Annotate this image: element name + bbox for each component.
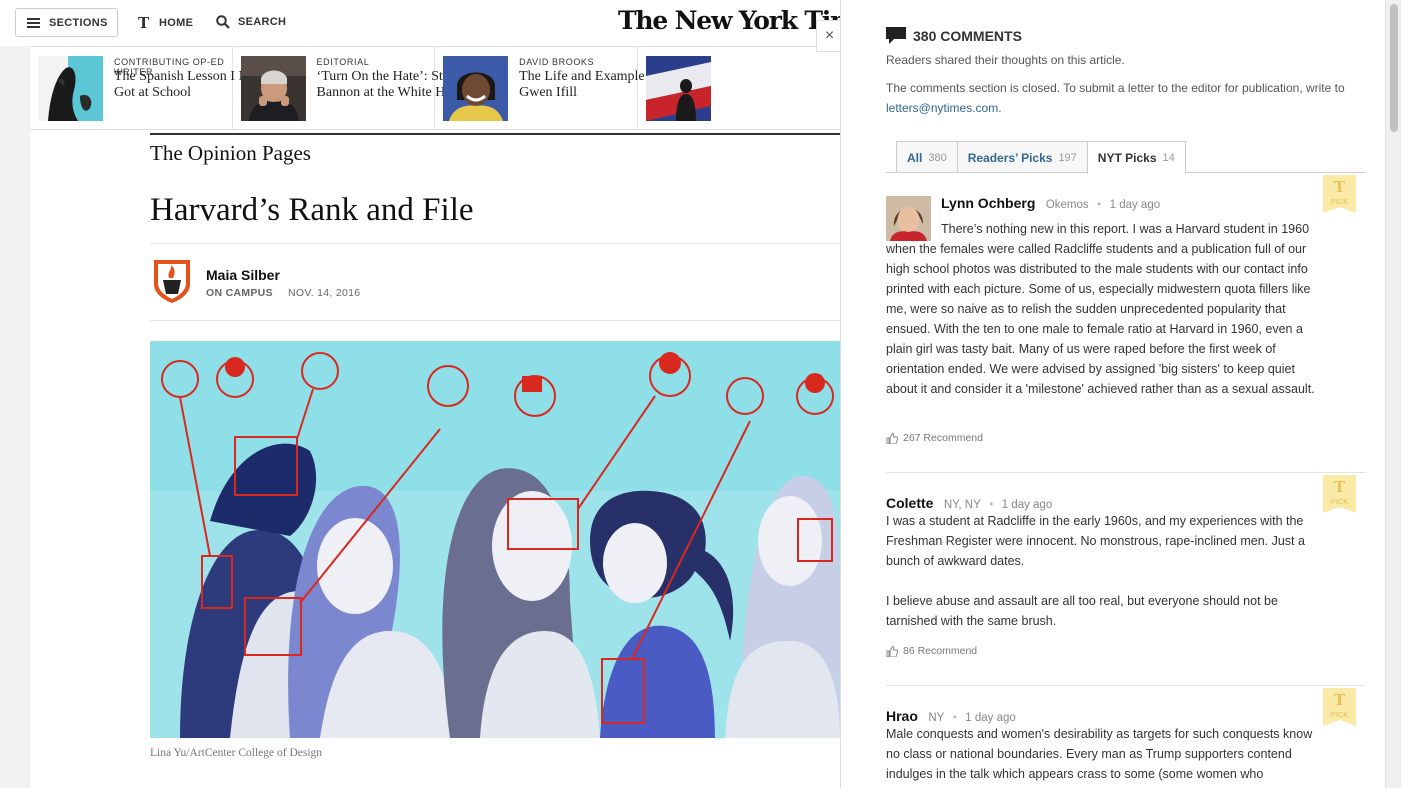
promo-kicker: EDITORIAL (316, 57, 370, 67)
search-icon (216, 15, 230, 29)
comment-body: There’s nothing new in this report. I wa… (886, 219, 1324, 399)
divider (150, 320, 840, 321)
nyt-t-icon: T (138, 15, 150, 31)
comment-paragraph: I was a student at Radcliffe in the earl… (886, 514, 1305, 568)
page-edge (1401, 0, 1425, 788)
tab-count: 14 (1162, 152, 1175, 164)
home-label: HOME (159, 17, 194, 29)
separator-dot: • (989, 499, 994, 511)
comments-scrollbar[interactable] (1385, 0, 1401, 788)
pick-label: PICK (1331, 710, 1349, 719)
comment-item: Colette NY, NY • 1 day ago I was a stude… (886, 475, 1366, 680)
closed-notice-text: The comments section is closed. To submi… (886, 81, 1345, 95)
comment-author[interactable]: Hrao (886, 708, 918, 724)
promo-item[interactable]: CONTRIBUTING OP-ED WRITER The Spanish Le… (30, 47, 273, 129)
comment-body: I was a student at Radcliffe in the earl… (886, 511, 1324, 631)
comment-paragraph: I believe abuse and assault are all too … (886, 594, 1278, 628)
svg-text:T: T (1334, 178, 1346, 196)
comment-location: NY (928, 712, 945, 724)
recommend-button[interactable]: 86 Recommend (886, 645, 977, 657)
divider (150, 243, 840, 244)
comment-location: NY, NY (943, 499, 981, 511)
promo-thumbnail (240, 56, 306, 121)
nyt-pick-badge: T PICK (1323, 175, 1356, 215)
home-link[interactable]: T HOME (137, 15, 193, 31)
tab-label: Readers’ Picks (967, 150, 1053, 165)
section-rule (150, 133, 840, 135)
pick-label: PICK (1331, 497, 1349, 506)
comment-divider (886, 472, 1366, 473)
article-view: SECTIONS T HOME SEARCH The New York Time… (0, 0, 840, 788)
tab-all[interactable]: All 380 (896, 141, 958, 173)
recommend-count: 86 Recommend (903, 645, 978, 657)
search-link[interactable]: SEARCH (216, 15, 286, 29)
tab-label: NYT Picks (1097, 151, 1157, 165)
svg-text:T: T (1334, 478, 1346, 496)
close-comments-button[interactable]: × (816, 20, 842, 52)
thumbs-up-icon (886, 432, 898, 444)
article-title: Harvard’s Rank and File (150, 192, 474, 228)
tab-count: 197 (1058, 151, 1077, 164)
nyt-logo[interactable]: The New York Times (618, 6, 840, 35)
recommend-button[interactable]: 267 Recommend (886, 432, 983, 444)
comments-tabs: All 380 Readers’ Picks 197 NYT Picks 14 (896, 141, 1186, 174)
comment-body: Male conquests and women's desirability … (886, 724, 1324, 784)
nyt-pick-badge: T PICK (1323, 688, 1356, 728)
comment-time: 1 day ago (1001, 499, 1053, 511)
sections-button[interactable]: SECTIONS (15, 8, 118, 37)
publish-date: NOV. 14, 2016 (288, 287, 361, 299)
promo-thumbnail (645, 56, 711, 121)
column-logo (152, 258, 192, 304)
comment-location: Okemos (1045, 199, 1089, 211)
comment-author[interactable]: Colette (886, 495, 933, 511)
promo-item[interactable]: DAVID BROOKS The Life and Example of Gwe… (435, 47, 660, 129)
separator-dot: • (1097, 199, 1102, 211)
svg-text:T: T (138, 15, 150, 31)
comments-count: 380 COMMENTS (913, 27, 1022, 44)
comment-divider (886, 685, 1366, 686)
letters-email-link[interactable]: letters@nytimes.com (886, 101, 998, 115)
comment-item: Lynn Ochberg Okemos • 1 day ago There’s … (886, 175, 1366, 465)
svg-text:T: T (1334, 691, 1346, 709)
thumbs-up-icon (886, 645, 898, 657)
promo-thumbnail (38, 56, 103, 121)
promo-item[interactable]: EDITORIAL ‘Turn On the Hate’: Steve Bann… (233, 47, 471, 129)
author-name[interactable]: Maia Silber (206, 267, 280, 283)
hamburger-icon (27, 17, 40, 28)
left-gutter (0, 0, 30, 788)
scrollbar-thumb[interactable] (1390, 4, 1398, 132)
promo-kicker: DAVID BROOKS (519, 57, 595, 67)
comment-bubble-icon (886, 27, 906, 44)
top-bar: SECTIONS T HOME SEARCH The New York Time… (0, 0, 840, 46)
pick-label: PICK (1331, 197, 1349, 206)
comment-paragraph: There’s nothing new in this report. I wa… (886, 222, 1315, 396)
comment-paragraph: Male conquests and women's desirability … (886, 727, 1313, 781)
promo-thumbnail (443, 56, 509, 121)
tab-label: All (907, 150, 923, 165)
comment-time: 1 day ago (1109, 199, 1161, 211)
column-name[interactable]: ON CAMPUS (206, 287, 273, 299)
search-label: SEARCH (238, 16, 287, 28)
article-illustration (150, 341, 840, 738)
separator-dot: • (952, 712, 957, 724)
section-label[interactable]: The Opinion Pages (150, 141, 311, 166)
comments-subtitle: Readers shared their thoughts on this ar… (886, 53, 1125, 67)
tab-count: 380 (928, 151, 947, 164)
promo-strip: CONTRIBUTING OP-ED WRITER The Spanish Le… (30, 46, 840, 130)
tab-nyt-picks[interactable]: NYT Picks 14 (1086, 141, 1186, 174)
closed-notice-end: . (998, 101, 1002, 115)
comments-panel: 380 COMMENTS Readers shared their though… (840, 0, 1385, 788)
illustration-caption: Lina Yu/ArtCenter College of Design (150, 747, 323, 759)
recommend-count: 267 Recommend (903, 432, 983, 444)
comments-closed-notice: The comments section is closed. To submi… (886, 78, 1364, 118)
comment-author[interactable]: Lynn Ochberg (941, 195, 1035, 211)
comments-heading: 380 COMMENTS (886, 27, 1022, 44)
comment-item: Hrao NY • 1 day ago Male conquests and w… (886, 688, 1366, 788)
sections-label: SECTIONS (49, 16, 108, 29)
promo-item[interactable] (638, 47, 840, 129)
nyt-pick-badge: T PICK (1323, 475, 1356, 515)
tab-readers-picks[interactable]: Readers’ Picks 197 (956, 141, 1088, 173)
comment-time: 1 day ago (965, 712, 1016, 724)
comment-meta: Lynn Ochberg Okemos • 1 day ago (941, 195, 1160, 213)
